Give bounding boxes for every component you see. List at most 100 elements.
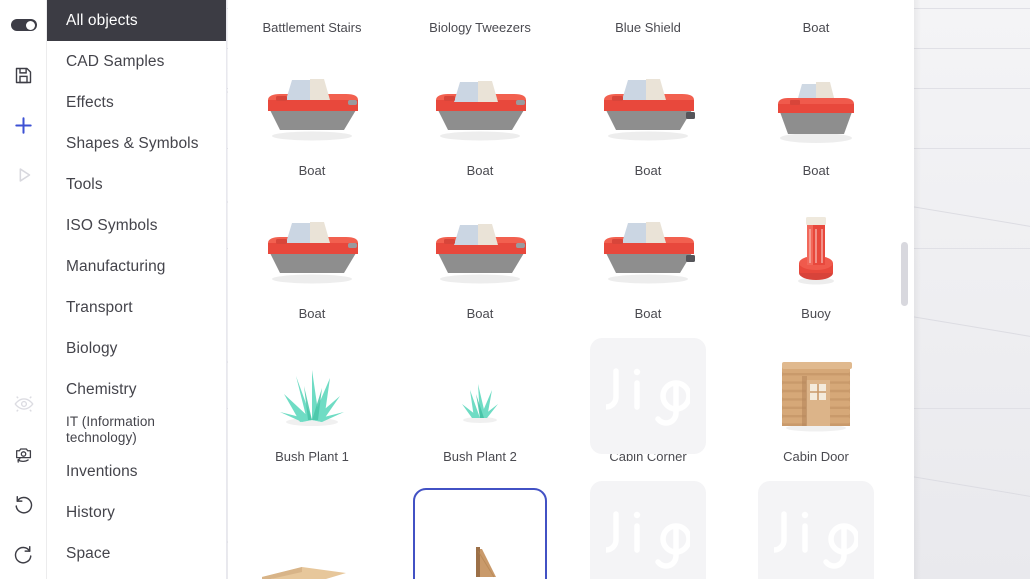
jig-3d-editor-window: Battlement Stairs Biology Tweezers Blue Sh… xyxy=(0,0,1030,579)
boat-side-e-thumb xyxy=(246,198,378,308)
sidebar-item-it-information-technology[interactable]: IT (Information technology) xyxy=(47,410,226,451)
sidebar-item-biology[interactable]: Biology xyxy=(47,328,226,369)
left-tool-rail xyxy=(0,0,47,579)
object-tile-label: Biology Tweezers xyxy=(429,20,531,35)
boat-side-f-thumb xyxy=(414,198,546,308)
toggle-switch-icon xyxy=(10,19,37,31)
object-tile-label: Boat xyxy=(634,163,662,178)
object-tile[interactable] xyxy=(564,481,732,579)
sidebar-item-label: ISO Symbols xyxy=(66,216,158,234)
jig-placeholder xyxy=(750,481,882,579)
sidebar-item-label: Biology xyxy=(66,339,118,357)
object-tile[interactable]: Boat xyxy=(732,55,900,198)
redo-button[interactable] xyxy=(0,529,47,579)
sidebar-item-space[interactable]: Space xyxy=(47,533,226,574)
object-tile[interactable] xyxy=(228,484,396,579)
object-tile[interactable]: Boat xyxy=(228,55,396,198)
tweezers-thumb xyxy=(414,0,546,22)
sidebar-item-label: Effects xyxy=(66,93,114,111)
object-browser-panel: Battlement Stairs Biology Tweezers Blue Sh… xyxy=(228,0,914,579)
jig-logo-placeholder xyxy=(590,481,706,579)
category-sidebar: All objects CAD Samples Effects Shapes & Sy… xyxy=(47,0,227,579)
sidebar-item-manufacturing[interactable]: Manufacturing xyxy=(47,246,226,287)
hide-view-button[interactable] xyxy=(0,379,47,429)
sidebar-item-cad-samples[interactable]: CAD Samples xyxy=(47,41,226,82)
jig-logo-placeholder xyxy=(590,338,706,454)
object-tile-label: Bush Plant 2 xyxy=(443,449,517,464)
object-tile[interactable]: Buoy xyxy=(732,198,900,341)
object-tile[interactable]: Boat xyxy=(396,198,564,341)
sidebar-item-transport[interactable]: Transport xyxy=(47,287,226,328)
boat-front-thumb xyxy=(750,0,882,22)
tool-rail-top-group xyxy=(0,0,47,200)
object-tile[interactable]: Bush Plant 2 xyxy=(396,341,564,484)
object-tile-label: Boat xyxy=(298,306,326,321)
bush-plant-2-thumb xyxy=(414,341,546,451)
bush-plant-1-thumb xyxy=(246,341,378,451)
object-tile-label: Boat xyxy=(466,306,494,321)
object-tile[interactable]: Boat xyxy=(564,55,732,198)
save-button[interactable] xyxy=(0,50,47,100)
object-tile[interactable]: Battlement Stairs xyxy=(228,0,396,55)
sidebar-item-label: CAD Samples xyxy=(66,52,165,70)
play-triangle-icon xyxy=(19,168,30,182)
sidebar-item-label: Inventions xyxy=(66,462,138,480)
object-tile-label: Bush Plant 1 xyxy=(275,449,349,464)
boat-side-b-thumb xyxy=(414,55,546,165)
add-object-button[interactable] xyxy=(0,100,47,150)
object-tile[interactable]: Cabin Corner xyxy=(564,338,732,484)
cabin-plank-thumb xyxy=(246,484,378,579)
sidebar-item-effects[interactable]: Effects xyxy=(47,82,226,123)
buoy-thumb xyxy=(750,198,882,308)
object-tile-label: Boat xyxy=(802,20,830,35)
sidebar-item-label: All objects xyxy=(66,11,138,29)
object-tile[interactable] xyxy=(732,481,900,579)
jig-logo-placeholder xyxy=(758,481,874,579)
sidebar-item-chemistry[interactable]: Chemistry xyxy=(47,369,226,410)
object-tile[interactable] xyxy=(396,484,564,579)
sidebar-item-label: Tools xyxy=(66,175,103,193)
redo-arrow-icon xyxy=(14,545,32,564)
tool-rail-bottom-group xyxy=(0,379,47,579)
object-tile[interactable]: Boat xyxy=(396,55,564,198)
sidebar-item-label: Manufacturing xyxy=(66,257,166,275)
object-tile-label: Boat xyxy=(634,306,662,321)
object-tile[interactable]: Blue Shield xyxy=(564,0,732,55)
object-tile-label: Buoy xyxy=(801,306,831,321)
sidebar-item-inventions[interactable]: Inventions xyxy=(47,451,226,492)
sidebar-item-shapes-symbols[interactable]: Shapes & Symbols xyxy=(47,123,226,164)
sidebar-item-label: History xyxy=(66,503,115,521)
object-tile[interactable]: Bush Plant 1 xyxy=(228,341,396,484)
object-tile-label: Boat xyxy=(802,163,830,178)
sidebar-item-label: Shapes & Symbols xyxy=(66,134,199,152)
camera-orbit-button[interactable] xyxy=(0,429,47,479)
object-tile-label: Boat xyxy=(466,163,494,178)
object-tile[interactable]: Boat xyxy=(228,198,396,341)
object-tile[interactable]: Biology Tweezers xyxy=(396,0,564,55)
sidebar-item-all-objects[interactable]: All objects xyxy=(47,0,226,41)
sidebar-item-iso-symbols[interactable]: ISO Symbols xyxy=(47,205,226,246)
sidebar-item-tools[interactable]: Tools xyxy=(47,164,226,205)
object-tile-label: Cabin Door xyxy=(783,449,849,464)
browser-scrollbar-track[interactable] xyxy=(898,0,912,579)
undo-button[interactable] xyxy=(0,479,47,529)
jig-placeholder xyxy=(582,338,714,454)
play-button[interactable] xyxy=(0,150,47,200)
object-tile[interactable]: Cabin Door xyxy=(732,341,900,484)
grid-snap-toggle[interactable] xyxy=(0,0,47,50)
jig-placeholder xyxy=(582,481,714,579)
save-floppy-icon xyxy=(15,67,32,83)
browser-scrollbar-thumb[interactable] xyxy=(901,242,908,306)
cabin-roof-thumb xyxy=(414,484,546,579)
object-tile[interactable]: Boat xyxy=(564,198,732,341)
plus-icon xyxy=(15,116,32,134)
sidebar-item-label: Transport xyxy=(66,298,133,316)
sidebar-item-label: IT (Information technology) xyxy=(66,414,156,445)
object-grid: Battlement Stairs Biology Tweezers Blue Sh… xyxy=(228,0,900,579)
object-tile-label: Boat xyxy=(298,163,326,178)
sidebar-item-history[interactable]: History xyxy=(47,492,226,533)
sidebar-item-label: Chemistry xyxy=(66,380,137,398)
object-tile[interactable]: Boat xyxy=(732,0,900,55)
object-tile-label: Blue Shield xyxy=(615,20,681,35)
boat-side-g-thumb xyxy=(582,198,714,308)
